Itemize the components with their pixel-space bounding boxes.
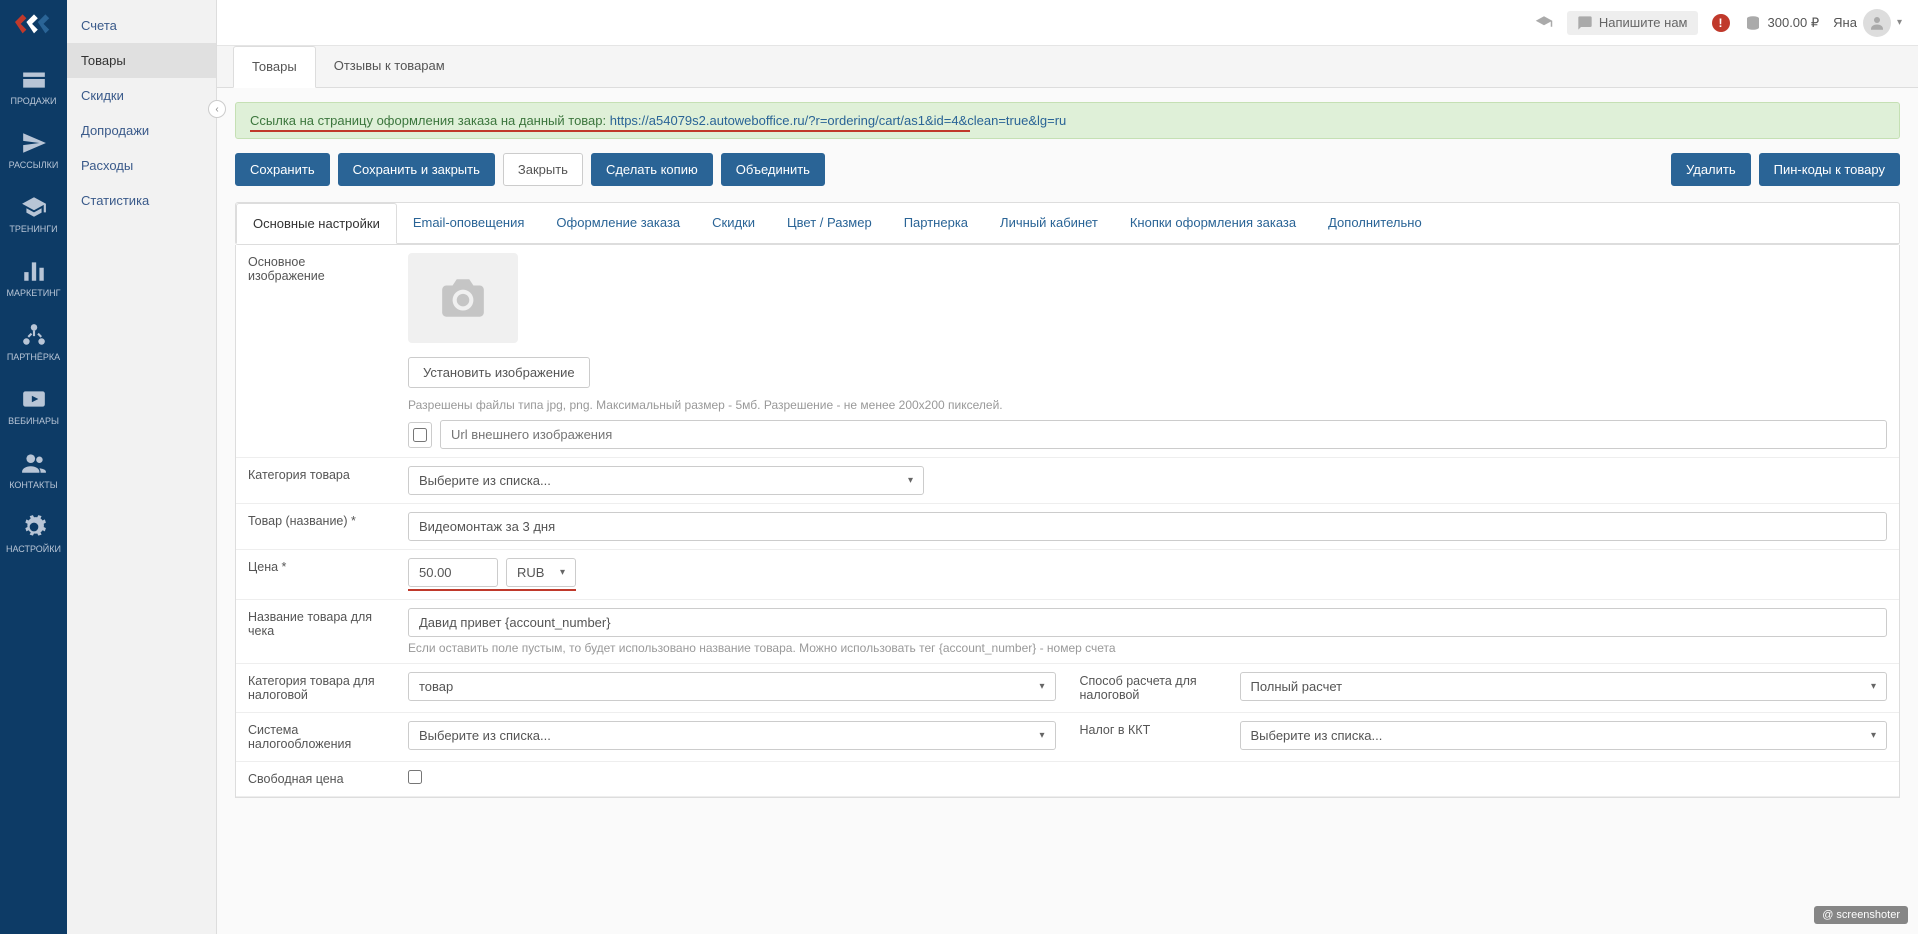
tab-products[interactable]: Товары — [233, 46, 316, 88]
nav-settings[interactable]: НАСТРОЙКИ — [0, 502, 67, 566]
receipt-name-hint: Если оставить поле пустым, то будет испо… — [408, 641, 1887, 655]
nav-affiliate[interactable]: ПАРТНЁРКА — [0, 310, 67, 374]
education-icon[interactable] — [1535, 14, 1553, 32]
currency-select[interactable]: RUB▾ — [506, 558, 576, 587]
red-underline — [250, 130, 970, 132]
chevron-down-icon: ▾ — [1871, 681, 1876, 692]
name-label: Товар (название) * — [236, 504, 396, 538]
collapse-sidebar-button[interactable]: ‹ — [208, 100, 226, 118]
tax-category-label: Категория товара для налоговой — [236, 664, 396, 712]
top-tabs: Товары Отзывы к товарам — [217, 46, 1918, 88]
url-checkbox-wrap[interactable] — [408, 422, 432, 448]
kkt-tax-label: Налог в ККТ — [1068, 713, 1228, 758]
product-name-input[interactable] — [408, 512, 1887, 541]
image-hint: Разрешены файлы типа jpg, png. Максималь… — [408, 398, 1887, 412]
logo — [15, 10, 53, 34]
free-price-label: Свободная цена — [236, 762, 396, 796]
sidebar-item-upsells[interactable]: Допродажи — [67, 113, 216, 148]
tax-system-select[interactable]: Выберите из списка...▾ — [408, 721, 1056, 750]
camera-icon — [438, 273, 488, 323]
ftab-affiliate[interactable]: Партнерка — [888, 203, 984, 243]
sidebar-item-accounts[interactable]: Счета — [67, 8, 216, 43]
nav-trainings[interactable]: ТРЕНИНГИ — [0, 182, 67, 246]
tax-system-label: Система налогообложения — [236, 713, 396, 761]
main-image-label: Основное изображение — [236, 245, 396, 293]
form-body: Основное изображение Установить изображе… — [235, 245, 1900, 798]
info-bar: Ссылка на страницу оформления заказа на … — [235, 102, 1900, 139]
top-header: Напишите нам ! 300.00 ₽ Яна ▾ — [217, 0, 1918, 46]
category-label: Категория товара — [236, 458, 396, 492]
nav-mailings[interactable]: РАССЫЛКИ — [0, 118, 67, 182]
price-input[interactable] — [408, 558, 498, 587]
sub-sidebar: Счета Товары Скидки Допродажи Расходы Ст… — [67, 0, 217, 934]
chevron-down-icon: ▾ — [1039, 730, 1044, 741]
watermark: @ screenshoter — [1814, 906, 1908, 924]
delete-button[interactable]: Удалить — [1671, 153, 1751, 186]
tab-reviews[interactable]: Отзывы к товарам — [316, 46, 463, 87]
nav-marketing[interactable]: МАРКЕТИНГ — [0, 246, 67, 310]
tax-category-select[interactable]: товар▾ — [408, 672, 1056, 701]
receipt-name-label: Название товара для чека — [236, 600, 396, 648]
sidebar-item-stats[interactable]: Статистика — [67, 183, 216, 218]
payment-method-select[interactable]: Полный расчет▾ — [1240, 672, 1888, 701]
action-row: Сохранить Сохранить и закрыть Закрыть Сд… — [235, 153, 1900, 186]
ftab-extra[interactable]: Дополнительно — [1312, 203, 1438, 243]
chat-icon — [1577, 15, 1593, 31]
chevron-down-icon: ▾ — [1897, 17, 1902, 28]
sidebar-item-expenses[interactable]: Расходы — [67, 148, 216, 183]
image-url-input[interactable] — [440, 420, 1887, 449]
receipt-name-input[interactable] — [408, 608, 1887, 637]
save-close-button[interactable]: Сохранить и закрыть — [338, 153, 495, 186]
chevron-down-icon: ▾ — [908, 475, 913, 486]
ftab-buttons[interactable]: Кнопки оформления заказа — [1114, 203, 1312, 243]
ftab-checkout[interactable]: Оформление заказа — [540, 203, 696, 243]
sidebar-item-products[interactable]: Товары — [67, 43, 216, 78]
red-underline — [408, 589, 576, 591]
avatar — [1863, 9, 1891, 37]
alert-icon[interactable]: ! — [1712, 14, 1730, 32]
url-checkbox[interactable] — [409, 428, 431, 442]
kkt-tax-select[interactable]: Выберите из списка...▾ — [1240, 721, 1888, 750]
coins-icon — [1744, 14, 1762, 32]
ftab-main[interactable]: Основные настройки — [236, 203, 397, 244]
nav-webinars[interactable]: ВЕБИНАРЫ — [0, 374, 67, 438]
pins-button[interactable]: Пин-коды к товару — [1759, 153, 1900, 186]
set-image-button[interactable]: Установить изображение — [408, 357, 590, 388]
ftab-email[interactable]: Email-оповещения — [397, 203, 541, 243]
ftab-discounts[interactable]: Скидки — [696, 203, 771, 243]
copy-button[interactable]: Сделать копию — [591, 153, 713, 186]
free-price-checkbox[interactable] — [408, 770, 422, 784]
main-area: Напишите нам ! 300.00 ₽ Яна ▾ Товары Отз… — [217, 0, 1918, 934]
chevron-down-icon: ▾ — [1871, 730, 1876, 741]
form-tabs: Основные настройки Email-оповещения Офор… — [235, 202, 1900, 245]
chevron-down-icon: ▾ — [1039, 681, 1044, 692]
order-page-link[interactable]: https://a54079s2.autoweboffice.ru/?r=ord… — [610, 113, 1067, 128]
content: Ссылка на страницу оформления заказа на … — [217, 88, 1918, 934]
chevron-down-icon: ▾ — [560, 567, 565, 578]
write-us-button[interactable]: Напишите нам — [1567, 11, 1698, 35]
image-placeholder — [408, 253, 518, 343]
save-button[interactable]: Сохранить — [235, 153, 330, 186]
category-select[interactable]: Выберите из списка...▾ — [408, 466, 924, 495]
sidebar-item-discounts[interactable]: Скидки — [67, 78, 216, 113]
user-menu[interactable]: Яна ▾ — [1833, 9, 1902, 37]
balance[interactable]: 300.00 ₽ — [1744, 14, 1820, 32]
ftab-color[interactable]: Цвет / Размер — [771, 203, 888, 243]
payment-method-label: Способ расчета для налоговой — [1068, 664, 1228, 712]
nav-sales[interactable]: ПРОДАЖИ — [0, 54, 67, 118]
ftab-cabinet[interactable]: Личный кабинет — [984, 203, 1114, 243]
nav-contacts[interactable]: КОНТАКТЫ — [0, 438, 67, 502]
main-nav: ПРОДАЖИ РАССЫЛКИ ТРЕНИНГИ МАРКЕТИНГ ПАРТ… — [0, 0, 67, 934]
merge-button[interactable]: Объединить — [721, 153, 825, 186]
close-button[interactable]: Закрыть — [503, 153, 583, 186]
price-label: Цена * — [236, 550, 396, 584]
